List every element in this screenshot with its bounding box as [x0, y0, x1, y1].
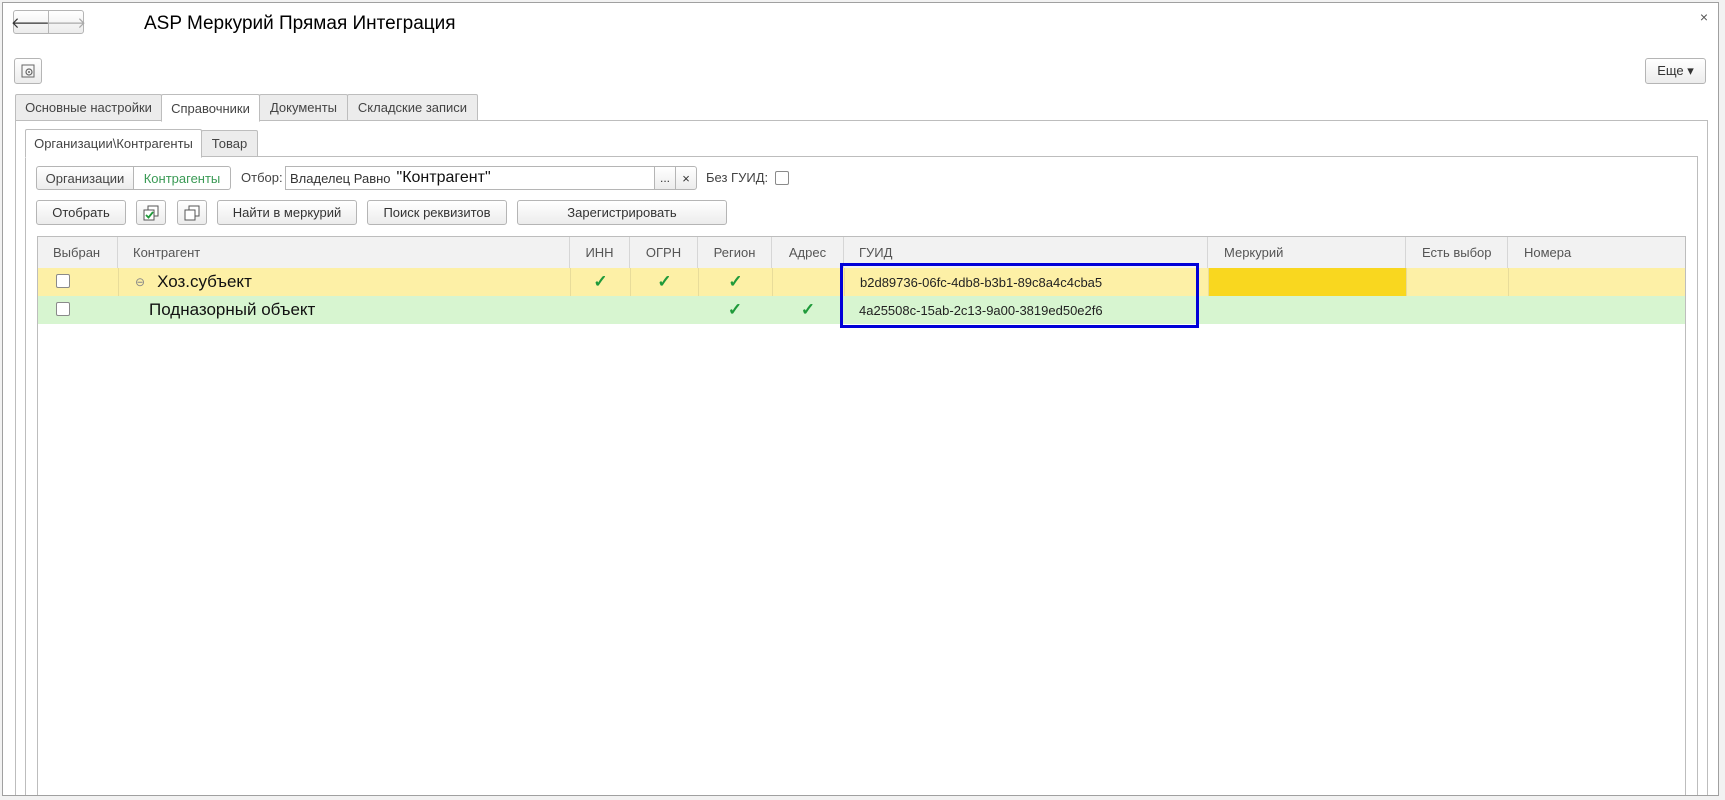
- counterparties-table[interactable]: Выбран Контрагент ИНН ОГРН Регион Адрес …: [37, 236, 1686, 795]
- check-icon: ✓: [727, 300, 743, 319]
- filter-select-button[interactable]: ...: [654, 166, 676, 190]
- check-icon: ✓: [800, 300, 816, 319]
- table-row[interactable]: ⊖ Хоз.субъект ✓ ✓ ✓ b2d89736-06fc-4db8-b…: [38, 268, 1685, 296]
- row-checkbox[interactable]: [56, 302, 70, 316]
- application-window: 🡐 🡒 ASP Меркурий Прямая Интеграция × Еще…: [2, 2, 1719, 796]
- tab-goods[interactable]: Товар: [201, 130, 258, 157]
- row-select-cell: [38, 296, 118, 324]
- window-title: ASP Меркурий Прямая Интеграция: [144, 13, 456, 34]
- column-header-ogrn[interactable]: ОГРН: [630, 237, 698, 268]
- search-requisites-button[interactable]: Поиск реквизитов: [367, 200, 507, 225]
- region-cell: ✓: [698, 296, 772, 324]
- counterparties-toggle[interactable]: Контрагенты: [133, 166, 231, 190]
- table-header: Выбран Контрагент ИНН ОГРН Регион Адрес …: [38, 237, 1685, 269]
- numbers-cell: [1508, 296, 1685, 324]
- guid-cell: 4a25508c-15ab-2c13-9a00-3819ed50e2f6: [859, 302, 1103, 318]
- numbers-cell: [1508, 268, 1685, 296]
- settings-button[interactable]: [14, 58, 42, 84]
- gear-icon: [21, 64, 35, 78]
- column-header-numbers[interactable]: Номера: [1508, 237, 1685, 268]
- column-header-mercury[interactable]: Меркурий: [1208, 237, 1406, 268]
- check-all-icon: [143, 205, 159, 220]
- uncheck-all-button[interactable]: [177, 200, 207, 225]
- check-all-button[interactable]: [136, 200, 166, 225]
- column-header-selected[interactable]: Выбран: [38, 237, 118, 268]
- column-header-inn[interactable]: ИНН: [570, 237, 630, 268]
- column-header-address[interactable]: Адрес: [772, 237, 844, 268]
- find-in-mercury-button[interactable]: Найти в меркурий: [217, 200, 357, 225]
- counterparty-name: Хоз.субъект: [157, 272, 252, 291]
- filter-prefix: Владелец Равно: [290, 170, 391, 186]
- address-cell: [772, 268, 844, 296]
- filter-label: Отбор:: [241, 170, 283, 185]
- column-header-has-choice[interactable]: Есть выбор: [1406, 237, 1508, 268]
- mercury-cell: [1208, 296, 1406, 324]
- tab-main-settings[interactable]: Основные настройки: [15, 94, 162, 121]
- uncheck-all-icon: [184, 205, 200, 220]
- arrow-right-icon: 🡒: [45, 14, 87, 32]
- ogrn-cell: ✓: [630, 268, 698, 296]
- more-button[interactable]: Еще ▾: [1645, 58, 1706, 84]
- register-button[interactable]: Зарегистрировать: [517, 200, 727, 225]
- check-icon: ✓: [728, 272, 743, 291]
- close-icon[interactable]: ×: [1700, 9, 1708, 25]
- tab-directories[interactable]: Справочники: [161, 94, 260, 122]
- has-choice-cell: [1406, 268, 1508, 296]
- has-choice-cell: [1406, 296, 1508, 324]
- no-guid-label: Без ГУИД:: [706, 170, 769, 185]
- mercury-cell: [1208, 268, 1406, 296]
- check-icon: ✓: [657, 272, 672, 291]
- filter-value: "Контрагент": [396, 169, 491, 186]
- forward-button[interactable]: 🡒: [45, 10, 87, 34]
- filter-input[interactable]: Владелец Равно "Контрагент": [285, 166, 655, 190]
- back-button[interactable]: 🡐: [11, 10, 51, 34]
- row-select-cell: [38, 268, 118, 296]
- counterparty-cell: ⊖ Хоз.субъект: [118, 268, 570, 296]
- counterparty-cell: Подназорный объект: [118, 296, 570, 324]
- inn-cell: [570, 296, 630, 324]
- row-checkbox[interactable]: [56, 274, 70, 288]
- inn-cell: ✓: [570, 268, 630, 296]
- tab-warehouse-records[interactable]: Складские записи: [347, 94, 478, 121]
- organizations-toggle[interactable]: Организации: [36, 166, 134, 190]
- check-icon: ✓: [593, 272, 608, 291]
- column-header-region[interactable]: Регион: [698, 237, 772, 268]
- address-cell: ✓: [772, 296, 844, 324]
- collapse-icon[interactable]: ⊖: [135, 275, 145, 289]
- column-header-guid[interactable]: ГУИД: [844, 237, 1208, 268]
- ogrn-cell: [630, 296, 698, 324]
- region-cell: ✓: [698, 268, 772, 296]
- tab-documents[interactable]: Документы: [259, 94, 348, 121]
- select-button[interactable]: Отобрать: [36, 200, 126, 225]
- no-guid-checkbox[interactable]: [775, 171, 789, 185]
- column-header-counterparty[interactable]: Контрагент: [118, 237, 570, 268]
- filter-clear-button[interactable]: ×: [675, 166, 697, 190]
- counterparty-name: Подназорный объект: [149, 300, 316, 319]
- tab-organizations-counterparties[interactable]: Организации\Контрагенты: [25, 129, 202, 158]
- guid-cell: b2d89736-06fc-4db8-b3b1-89c8a4c4cba5: [844, 268, 1208, 296]
- table-row[interactable]: Подназорный объект ✓ ✓ 4a25508c-15ab-2c1…: [38, 296, 1685, 324]
